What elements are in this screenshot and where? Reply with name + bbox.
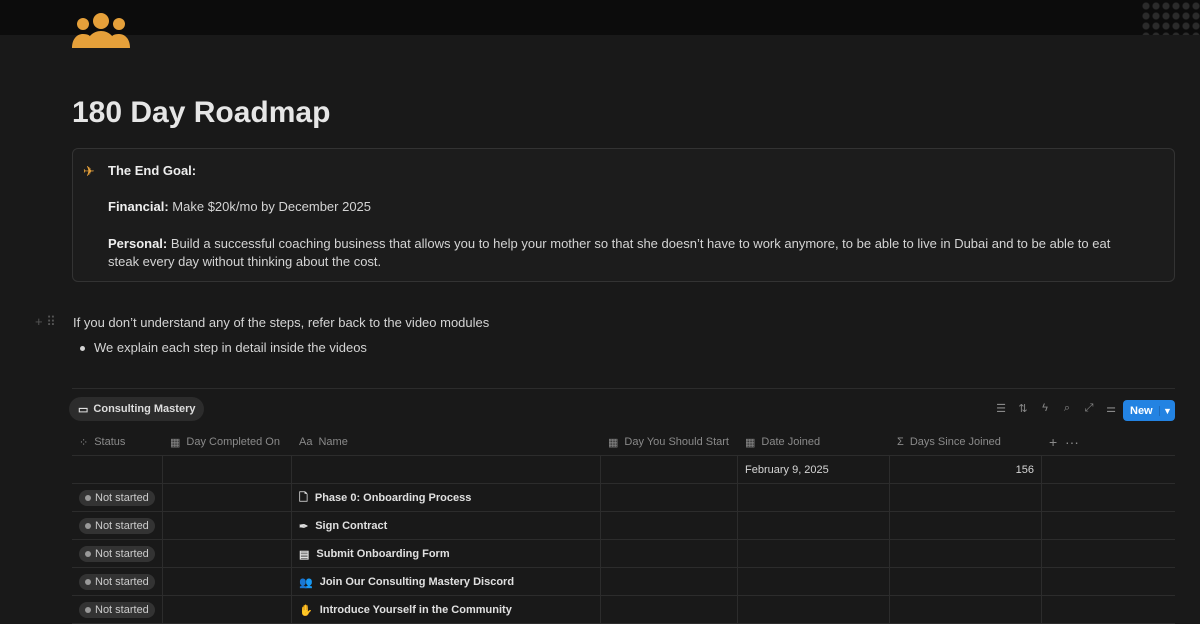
calendar-icon: ▦ xyxy=(608,436,619,449)
sign-icon: ▭ xyxy=(78,403,89,416)
people-icon: 👥 xyxy=(299,576,313,589)
table-row[interactable]: Not started ✒ Sign Contract xyxy=(72,512,1175,540)
days-since-joined-cell xyxy=(890,484,1042,512)
calendar-icon: ▦ xyxy=(745,436,756,449)
name-cell[interactable]: 🗋 Phase 0: Onboarding Process xyxy=(292,484,601,512)
date-joined-cell[interactable] xyxy=(738,484,890,512)
table-row[interactable]: Not started 👥 Join Our Consulting Mastery… xyxy=(72,568,1175,596)
days-since-joined-cell xyxy=(890,568,1042,596)
status-badge[interactable]: Not started xyxy=(79,602,155,618)
bullet-item: We explain each step in detail inside th… xyxy=(80,340,367,355)
day-should-start-cell[interactable] xyxy=(601,540,738,568)
day-completed-cell[interactable] xyxy=(163,568,292,596)
view-tab-consulting-mastery[interactable]: ▭ Consulting Mastery xyxy=(69,397,205,421)
name-cell[interactable]: ▤ Submit Onboarding Form xyxy=(292,540,601,568)
automation-icon[interactable]: ϟ xyxy=(1038,402,1052,415)
date-joined-cell[interactable] xyxy=(738,596,890,624)
day-should-start-cell[interactable] xyxy=(601,484,738,512)
day-should-start-cell[interactable] xyxy=(601,596,738,624)
date-joined-cell[interactable]: February 9, 2025 xyxy=(738,456,890,484)
note-text: If you don’t understand any of the steps… xyxy=(73,315,490,330)
name-cell[interactable]: 👥 Join Our Consulting Mastery Discord xyxy=(292,568,601,596)
name-cell[interactable]: ✋ Introduce Yourself in the Community xyxy=(292,596,601,624)
days-since-joined-cell: 156 xyxy=(890,456,1042,484)
column-label: Name xyxy=(318,436,348,448)
column-header-status[interactable]: ⁘ Status xyxy=(72,428,163,456)
filter-icon[interactable]: ☰ xyxy=(994,402,1008,415)
column-label: Status xyxy=(94,436,126,448)
column-header-days-since-joined[interactable]: Σ Days Since Joined xyxy=(890,428,1042,456)
column-label: Days Since Joined xyxy=(909,436,1001,448)
days-since-joined-cell xyxy=(890,540,1042,568)
day-should-start-cell[interactable] xyxy=(601,568,738,596)
callout-heading: The End Goal: xyxy=(108,163,197,178)
column-label: Date Joined xyxy=(761,436,821,448)
text-icon: Aa xyxy=(299,436,313,448)
day-should-start-cell[interactable] xyxy=(601,512,738,540)
status-badge[interactable]: Not started xyxy=(79,490,155,506)
page-cover xyxy=(0,0,1200,35)
new-label: New xyxy=(1130,404,1153,417)
row-name[interactable]: Sign Contract xyxy=(315,520,387,532)
sort-icon[interactable]: ⇅ xyxy=(1016,402,1030,415)
column-label: Day You Should Start xyxy=(624,436,729,448)
column-header-day-should-start[interactable]: ▦ Day You Should Start xyxy=(601,428,738,456)
status-badge[interactable]: Not started xyxy=(79,574,155,590)
database-toolbar: ☰ ⇅ ϟ ⌕ ⤢ ⚌ xyxy=(994,402,1118,415)
day-completed-cell[interactable] xyxy=(163,512,292,540)
view-tab-label: Consulting Mastery xyxy=(93,403,196,415)
calendar-icon: ▦ xyxy=(170,436,181,449)
cover-pattern xyxy=(1140,0,1200,35)
status-icon: ⁘ xyxy=(79,436,89,449)
financial-text: Make $20k/mo by December 2025 xyxy=(168,199,372,214)
day-completed-cell[interactable] xyxy=(163,596,292,624)
table-row[interactable]: February 9, 2025 156 xyxy=(72,456,1175,484)
chevron-down-icon[interactable]: ▼ xyxy=(1159,405,1175,416)
row-name[interactable]: Submit Onboarding Form xyxy=(316,548,449,560)
sigma-icon: Σ xyxy=(897,436,904,448)
financial-label: Financial: xyxy=(108,199,169,214)
callout-block: ✈ The End Goal: Financial: Make $20k/mo … xyxy=(72,148,1175,282)
page-icon: 🗋 xyxy=(299,491,308,504)
more-icon[interactable]: ··· xyxy=(1065,434,1079,450)
date-joined-cell[interactable] xyxy=(738,512,890,540)
row-name[interactable]: Phase 0: Onboarding Process xyxy=(315,492,472,504)
page-title: 180 Day Roadmap xyxy=(72,96,331,129)
row-name[interactable]: Join Our Consulting Mastery Discord xyxy=(320,576,514,588)
divider xyxy=(72,388,1175,389)
personal-label: Personal: xyxy=(108,236,168,251)
day-completed-cell[interactable] xyxy=(163,484,292,512)
column-header-date-joined[interactable]: ▦ Date Joined xyxy=(738,428,890,456)
column-label: Day Completed On xyxy=(186,436,280,448)
days-since-joined-cell xyxy=(890,512,1042,540)
airplane-landing-icon: ✈ xyxy=(83,163,95,179)
new-button[interactable]: New ▼ xyxy=(1123,400,1175,421)
bullet-text: We explain each step in detail inside th… xyxy=(94,340,367,355)
row-name[interactable]: Introduce Yourself in the Community xyxy=(320,604,512,616)
column-header-name[interactable]: Aa Name xyxy=(292,428,601,456)
personal-text: Build a successful coaching business tha… xyxy=(108,236,1111,269)
raised-hand-icon: ✋ xyxy=(299,604,313,617)
table-row[interactable]: Not started ✋ Introduce Yourself in the C… xyxy=(72,596,1175,624)
block-drag-handle[interactable]: + ⠿ xyxy=(35,314,56,330)
table-header: ⁘ Status ▦ Day Completed On Aa Name ▦ Day Yo… xyxy=(72,428,1175,456)
day-completed-cell[interactable] xyxy=(163,540,292,568)
table-row[interactable]: Not started ▤ Submit Onboarding Form xyxy=(72,540,1175,568)
people-group-icon[interactable] xyxy=(70,12,132,55)
name-cell[interactable]: ✒ Sign Contract xyxy=(292,512,601,540)
table-row[interactable]: Not started 🗋 Phase 0: Onboarding Process xyxy=(72,484,1175,512)
pen-icon: ✒ xyxy=(299,520,309,533)
status-badge[interactable]: Not started xyxy=(79,546,155,562)
expand-icon[interactable]: ⤢ xyxy=(1082,402,1096,415)
date-joined-cell[interactable] xyxy=(738,540,890,568)
status-badge[interactable]: Not started xyxy=(79,518,155,534)
search-icon[interactable]: ⌕ xyxy=(1060,402,1074,415)
settings-icon[interactable]: ⚌ xyxy=(1104,402,1118,415)
add-column-button[interactable]: + ··· xyxy=(1042,428,1102,456)
days-since-joined-cell xyxy=(890,596,1042,624)
column-header-day-completed[interactable]: ▦ Day Completed On xyxy=(163,428,292,456)
document-icon: ▤ xyxy=(299,548,310,561)
date-joined-cell[interactable] xyxy=(738,568,890,596)
